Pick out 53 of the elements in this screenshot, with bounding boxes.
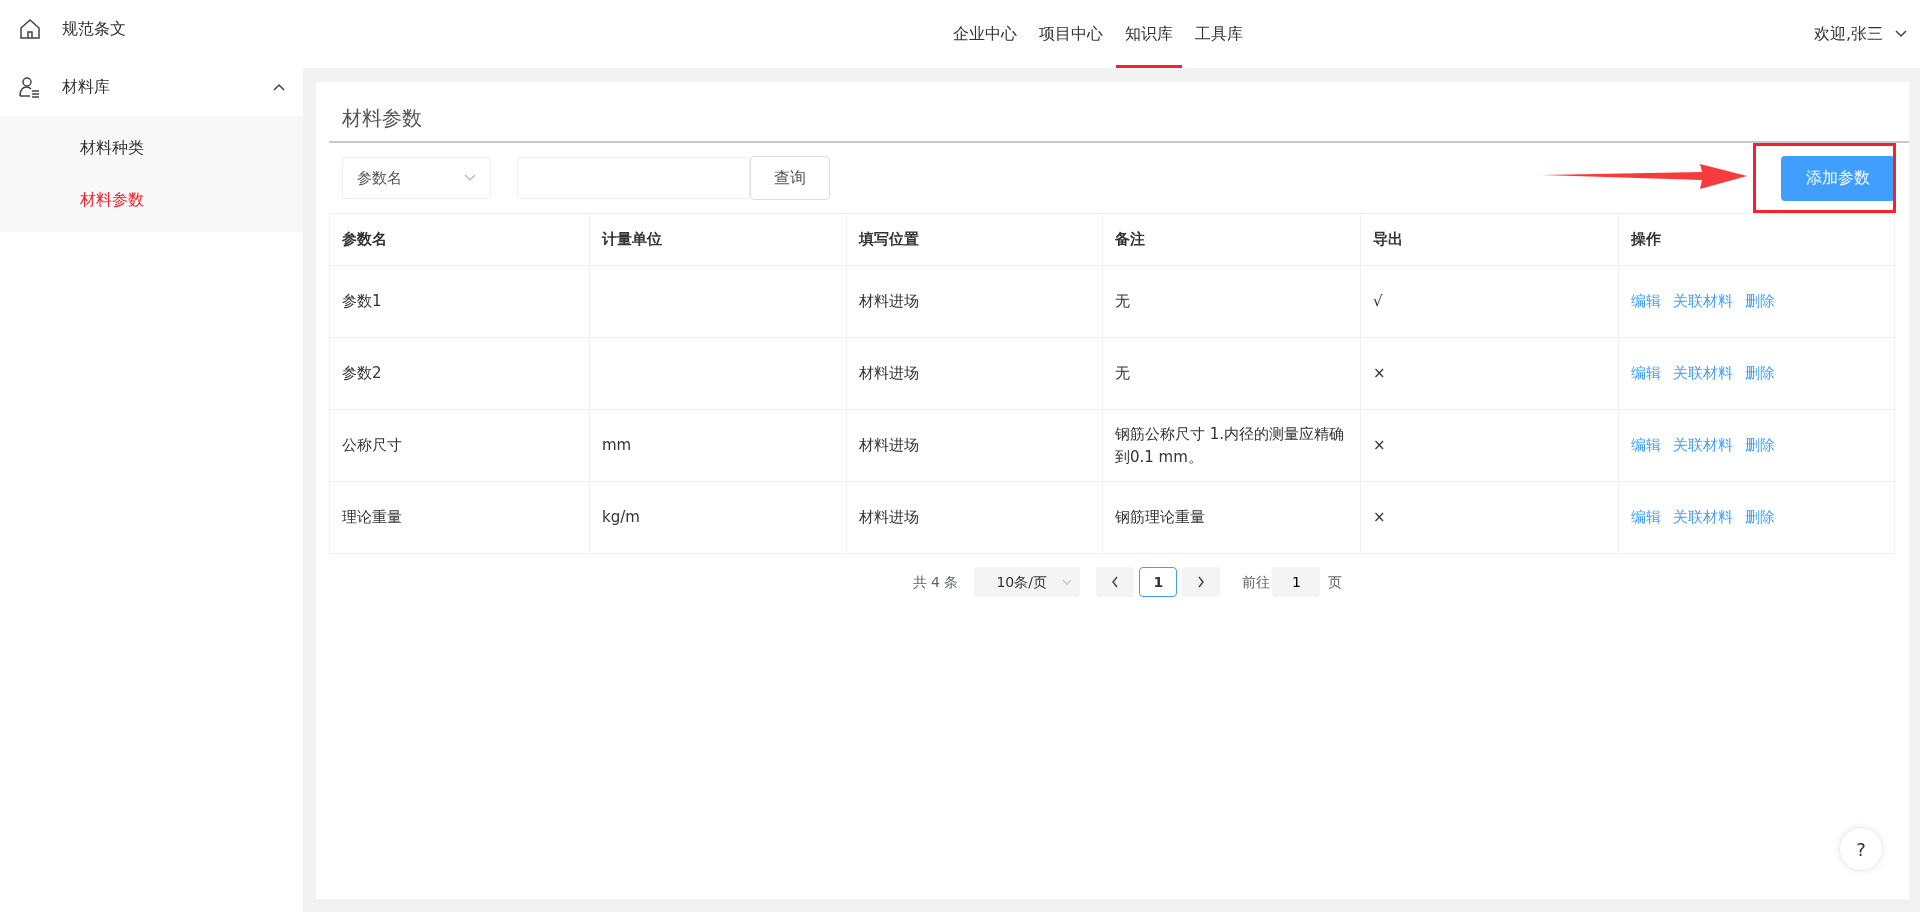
next-page-button[interactable] [1182, 567, 1221, 597]
page-suffix: 页 [1328, 572, 1343, 592]
column-header: 导出 [1360, 213, 1619, 266]
chevron-right-icon [1197, 576, 1206, 588]
goto-label: 前往 [1242, 572, 1271, 592]
nav-tab[interactable]: 知识库 [1116, 0, 1183, 68]
submenu-item[interactable]: 材料种类 [0, 122, 303, 174]
sidebar-item[interactable]: 材料库 [0, 58, 303, 116]
previous-page-button[interactable] [1096, 567, 1135, 597]
table-cell: 参数2 [342, 364, 382, 383]
submenu-item[interactable]: 材料参数 [0, 174, 303, 226]
table-cell: 无 [1115, 364, 1130, 383]
query-button[interactable]: 查询 [750, 156, 830, 200]
column-header: 计量单位 [589, 213, 847, 266]
nav-tab[interactable]: 工具库 [1186, 0, 1253, 68]
table-cell: kg/m [602, 508, 640, 527]
table-cell: 钢筋公称尺寸 1.内径的测量应精确到0.1 mm。 [1115, 425, 1345, 466]
column-header: 操作 [1618, 213, 1895, 266]
search-field[interactable] [517, 157, 750, 199]
nav-tab[interactable]: 项目中心 [1030, 0, 1113, 68]
dropdown-caret-icon [1895, 30, 1907, 38]
table-cell: mm [602, 436, 632, 455]
dropdown-caret-icon [1062, 579, 1073, 585]
table-cell: 理论重量 [342, 508, 402, 527]
table-cell: × [1373, 508, 1386, 527]
column-header: 备注 [1102, 213, 1361, 266]
table-cell: √ [1373, 292, 1383, 311]
page-size-select[interactable]: 10条/页 [974, 567, 1081, 597]
dropdown-caret-icon [464, 174, 476, 182]
nav-tab[interactable]: 企业中心 [944, 0, 1027, 68]
column-header: 填写位置 [846, 213, 1103, 266]
table-cell: × [1373, 364, 1386, 383]
table-cell: × [1373, 436, 1386, 455]
table-cell: 材料进场 [859, 292, 919, 311]
help-button[interactable]: ? [1839, 827, 1883, 871]
page-title: 材料参数 [342, 105, 422, 132]
field-select[interactable]: 参数名 [342, 157, 491, 199]
table-cell: 材料进场 [859, 364, 919, 383]
table-cell: 材料进场 [859, 436, 919, 455]
user-greeting[interactable]: 欢迎,张三 [1813, 22, 1883, 46]
home-icon [18, 17, 42, 41]
table-cell: 无 [1115, 292, 1130, 311]
total-count: 共 4 条 [912, 572, 959, 592]
user-list-icon [18, 75, 42, 99]
table-cell: 钢筋理论重量 [1115, 508, 1205, 527]
chevron-left-icon [1111, 576, 1120, 588]
sidebar-item[interactable]: 规范条文 [0, 0, 303, 58]
goto-page-field[interactable]: 1 [1272, 567, 1321, 597]
table-cell: 参数1 [342, 292, 382, 311]
page-number[interactable]: 1 [1139, 567, 1178, 597]
column-header: 参数名 [329, 213, 590, 266]
table-cell: 材料进场 [859, 508, 919, 527]
table-cell: 公称尺寸 [342, 436, 402, 455]
